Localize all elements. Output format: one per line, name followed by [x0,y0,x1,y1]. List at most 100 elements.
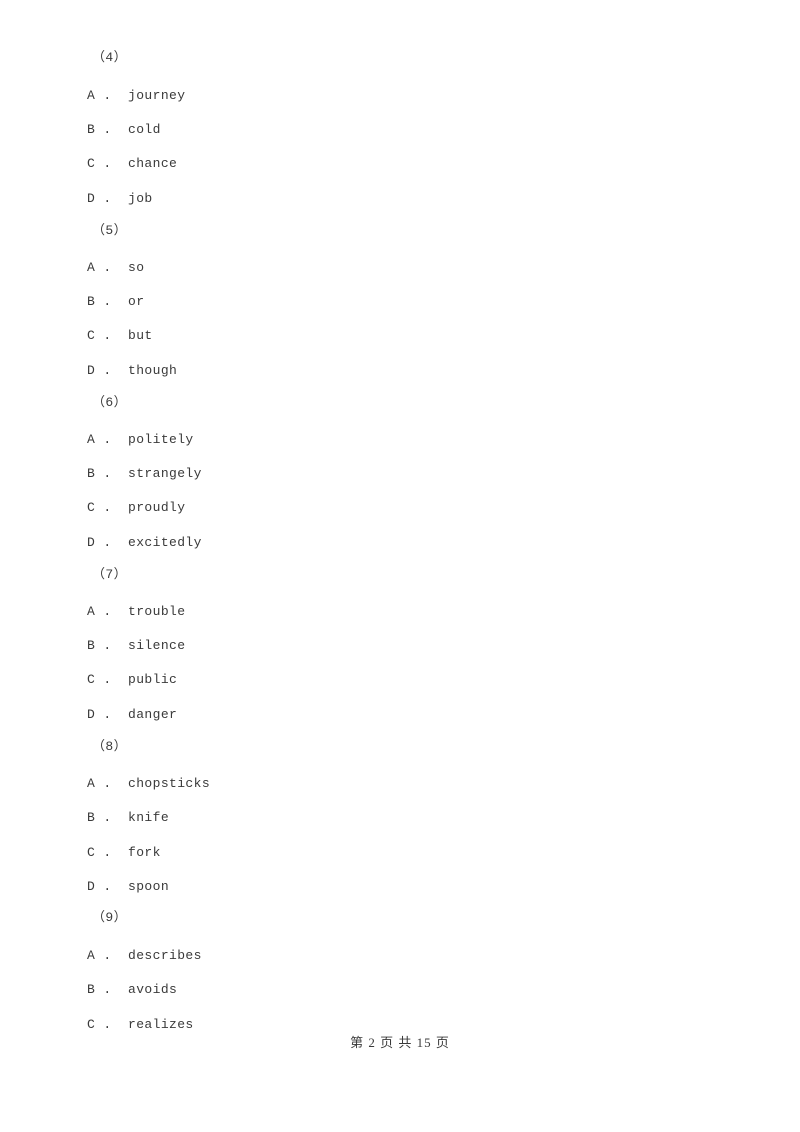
question-number-label: （9） [92,910,128,925]
option-text: proudly [128,500,186,515]
option-letter: D [87,363,96,378]
option-separator: . [103,191,112,206]
option-separator: . [103,845,112,860]
answer-option[interactable]: D . spoon [87,879,169,895]
option-separator: . [103,810,112,825]
option-letter: C [87,672,96,687]
option-letter: D [87,879,96,894]
option-separator: . [103,122,112,137]
answer-option[interactable]: C . fork [87,845,161,861]
option-letter: B [87,982,96,997]
option-text: journey [128,88,186,103]
option-text: though [128,363,178,378]
answer-option[interactable]: C . chance [87,156,177,172]
option-letter: A [87,260,96,275]
answer-option[interactable]: A . chopsticks [87,776,210,792]
option-text: fork [128,845,161,860]
option-letter: B [87,122,96,137]
option-separator: . [103,604,112,619]
option-separator: . [103,432,112,447]
option-letter: B [87,638,96,653]
option-separator: . [103,948,112,963]
option-text: public [128,672,178,687]
answer-option[interactable]: A . so [87,260,144,276]
answer-option[interactable]: A . describes [87,948,202,964]
answer-option[interactable]: C . realizes [87,1017,194,1033]
answer-option[interactable]: B . silence [87,638,185,654]
option-separator: . [103,328,112,343]
answer-option[interactable]: C . proudly [87,500,185,516]
question-number-label: （6） [92,395,128,410]
answer-option[interactable]: B . strangely [87,466,202,482]
option-separator: . [103,879,112,894]
answer-option[interactable]: A . trouble [87,604,185,620]
option-letter: D [87,191,96,206]
option-separator: . [103,1017,112,1032]
question-number-label: （4） [92,50,128,65]
answer-option[interactable]: D . danger [87,707,177,723]
option-separator: . [103,260,112,275]
option-separator: . [103,776,112,791]
option-text: chopsticks [128,776,211,791]
answer-option[interactable]: A . journey [87,88,185,104]
option-letter: C [87,500,96,515]
answer-option[interactable]: D . job [87,191,153,207]
option-separator: . [103,156,112,171]
answer-option[interactable]: D . though [87,363,177,379]
option-text: excitedly [128,535,202,550]
option-separator: . [103,500,112,515]
option-separator: . [103,294,112,309]
option-text: realizes [128,1017,194,1032]
option-separator: . [103,707,112,722]
option-text: knife [128,810,170,825]
option-letter: C [87,1017,96,1032]
option-text: job [128,191,153,206]
option-text: cold [128,122,161,137]
option-separator: . [103,88,112,103]
option-text: avoids [128,982,178,997]
option-separator: . [103,672,112,687]
answer-option[interactable]: D . excitedly [87,535,202,551]
option-text: politely [128,432,194,447]
option-separator: . [103,638,112,653]
option-letter: B [87,294,96,309]
option-letter: A [87,948,96,963]
option-letter: C [87,845,96,860]
option-letter: A [87,604,96,619]
answer-option[interactable]: B . or [87,294,144,310]
option-text: describes [128,948,202,963]
question-number-label: （5） [92,223,128,238]
option-text: trouble [128,604,186,619]
option-letter: C [87,156,96,171]
option-text: but [128,328,153,343]
option-text: spoon [128,879,170,894]
answer-option[interactable]: B . knife [87,810,169,826]
option-text: or [128,294,145,309]
option-letter: B [87,810,96,825]
option-letter: D [87,535,96,550]
option-letter: A [87,432,96,447]
option-separator: . [103,535,112,550]
option-letter: C [87,328,96,343]
page-footer: 第 2 页 共 15 页 [350,1035,450,1050]
option-letter: A [87,776,96,791]
question-number-label: （7） [92,567,128,582]
answer-option[interactable]: C . but [87,328,153,344]
option-text: silence [128,638,186,653]
option-text: so [128,260,145,275]
answer-option[interactable]: A . politely [87,432,194,448]
option-letter: A [87,88,96,103]
option-text: strangely [128,466,202,481]
answer-option[interactable]: C . public [87,672,177,688]
answer-option[interactable]: B . cold [87,122,161,138]
option-separator: . [103,363,112,378]
option-separator: . [103,982,112,997]
option-separator: . [103,466,112,481]
option-text: danger [128,707,178,722]
option-letter: B [87,466,96,481]
question-number-label: （8） [92,739,128,754]
answer-option[interactable]: B . avoids [87,982,177,998]
document-page: （4） A . journey B . cold C . chance D . job （… [0,0,800,1132]
option-text: chance [128,156,178,171]
option-letter: D [87,707,96,722]
